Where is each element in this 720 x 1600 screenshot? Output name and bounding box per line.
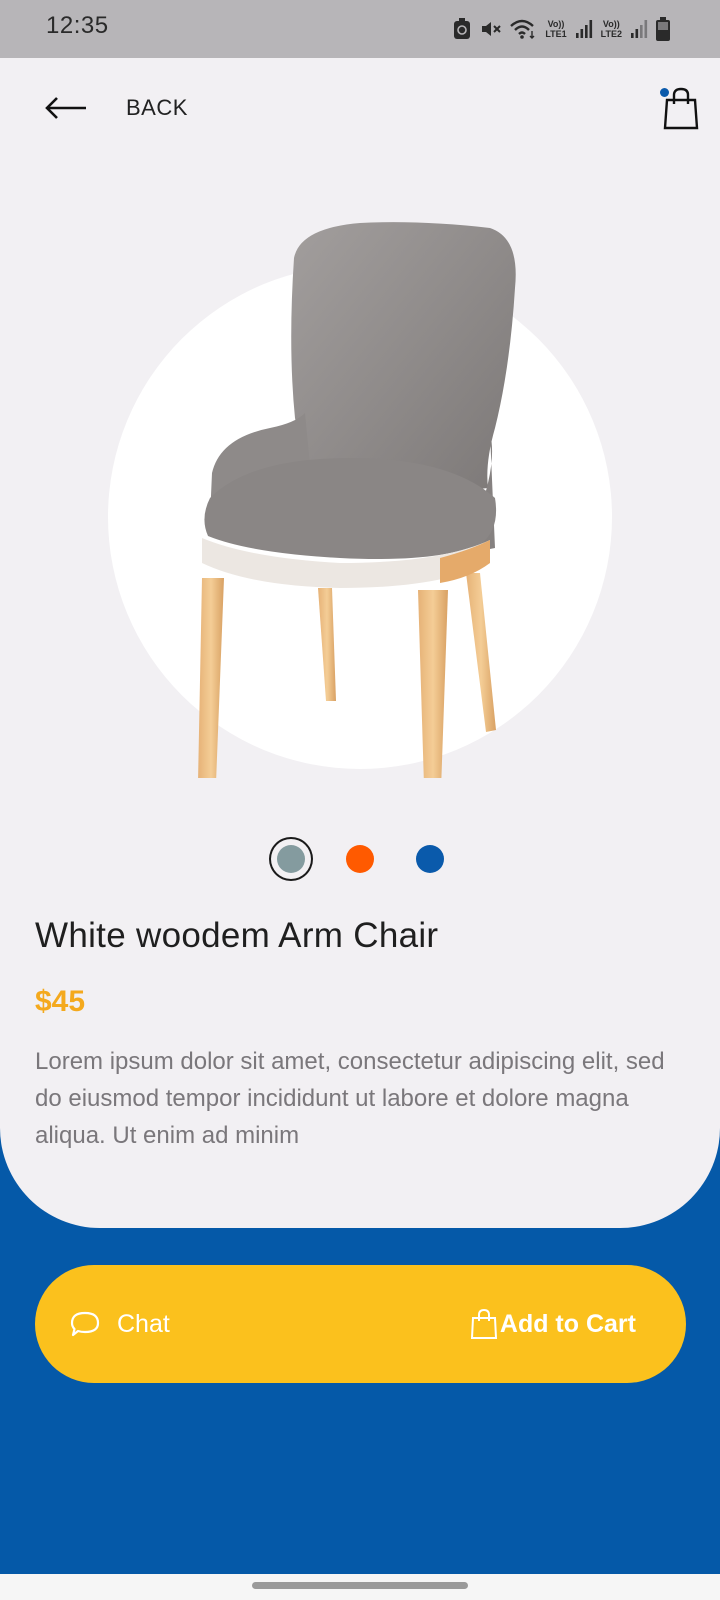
product-description: Lorem ipsum dolor sit amet, consectetur … [35,1048,665,1149]
wifi-icon [510,19,535,39]
volte-label-2: Vo)) [602,19,620,29]
color-swatches [0,838,720,880]
sim1-indicator: Vo)) LTE1 [545,19,566,39]
battery-icon [656,17,670,41]
home-gesture-handle[interactable] [252,1582,468,1589]
volte-label: Vo)) [547,19,565,29]
status-time: 12:35 [46,12,109,39]
recycle-icon [454,18,471,39]
color-swatch-grey[interactable] [277,845,305,873]
sim2-indicator: Vo)) LTE2 [601,19,622,39]
mute-icon [482,22,502,36]
add-to-cart-label: Add to Cart [499,1309,636,1338]
signal-icon [575,20,592,38]
status-bar: 12:35 Vo)) LTE1 Vo)) LTE2 [0,0,720,58]
add-to-cart-button[interactable]: Add to Cart [470,1265,636,1383]
system-nav-bar [0,1574,720,1600]
action-bar: Chat Add to Cart [35,1265,686,1383]
shopping-bag-icon [470,1308,497,1339]
sim1-label: LTE1 [545,29,567,39]
product-price: $45 [35,985,86,1018]
product-card: BACK White woodem Arm Chair $45 Lorem ip… [0,58,720,1228]
status-icons: Vo)) LTE1 Vo)) LTE2 [453,14,670,44]
product-image-area [0,58,720,778]
sim2-label: LTE2 [600,29,622,39]
chat-button[interactable]: Chat [69,1265,170,1383]
chat-label: Chat [117,1309,170,1338]
color-swatch-orange[interactable] [346,845,374,873]
color-swatch-blue[interactable] [416,845,444,873]
product-title: White woodem Arm Chair [35,916,439,955]
signal-icon [631,20,648,38]
chair-image [198,222,516,778]
chat-bubble-icon [70,1311,100,1337]
